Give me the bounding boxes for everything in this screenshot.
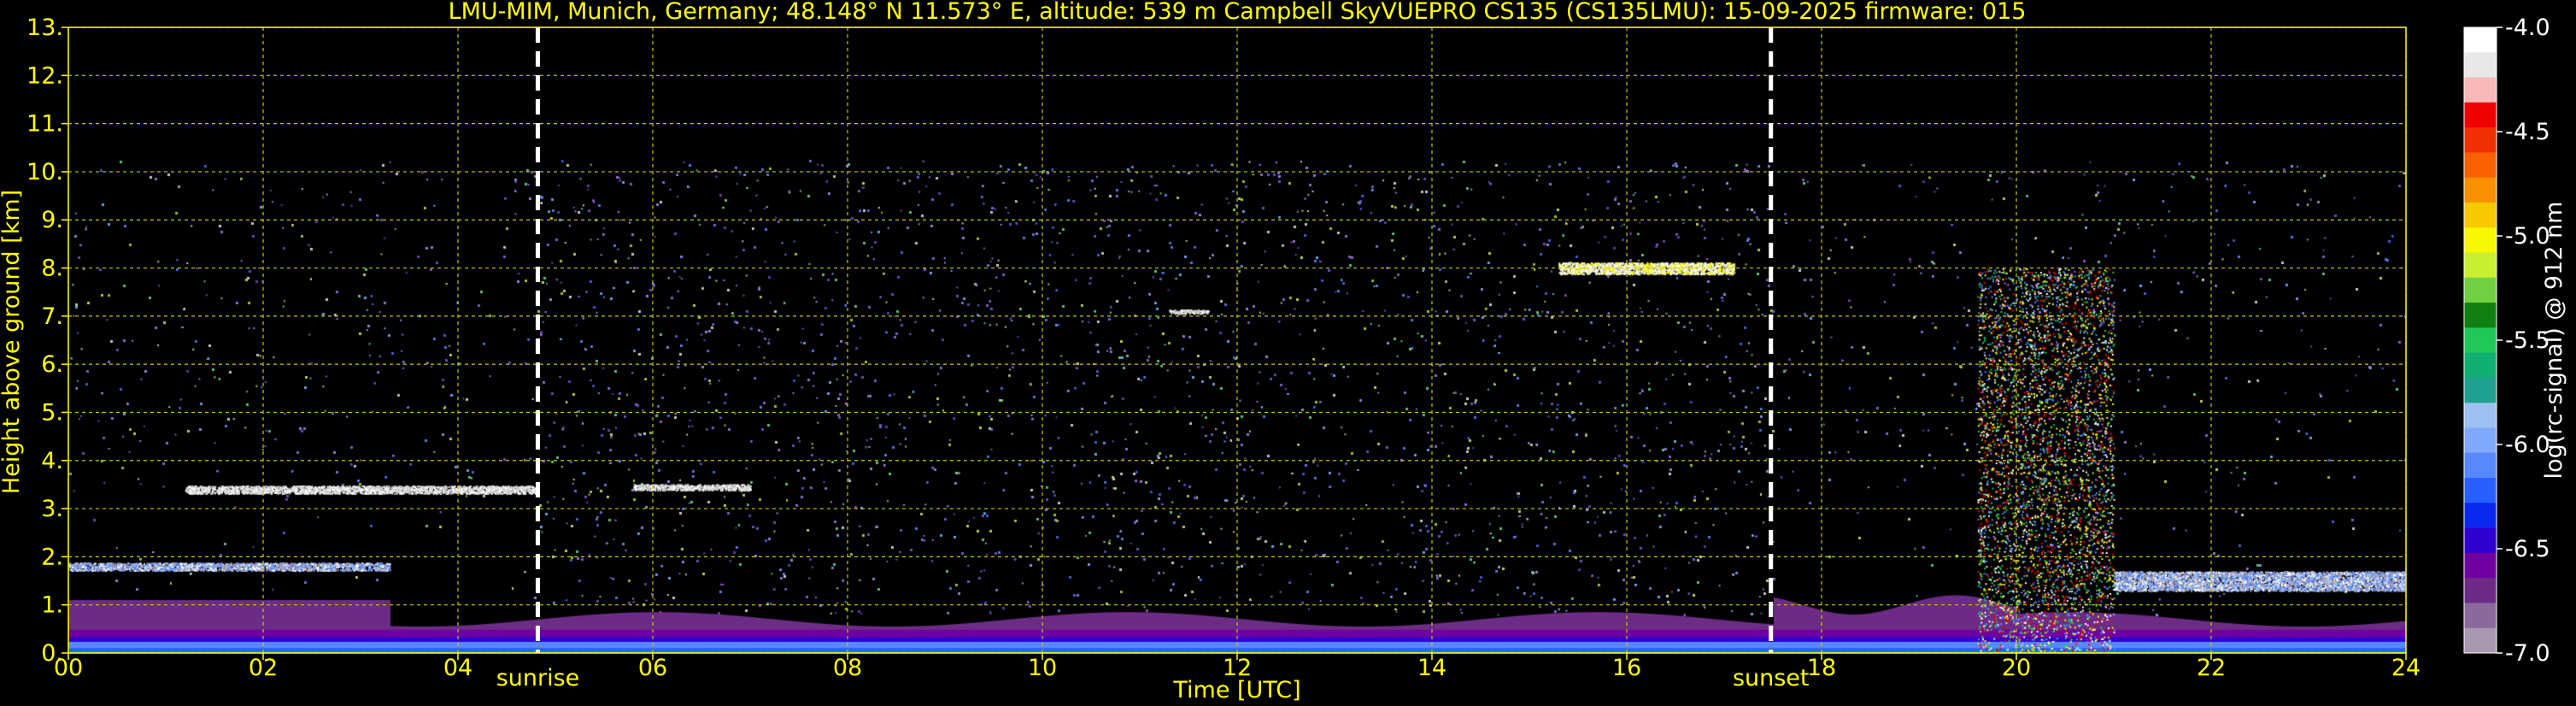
y-tick-label: 1.: [41, 592, 63, 619]
colorbar-swatch: [2464, 77, 2497, 103]
colorbar-swatch: [2464, 177, 2497, 203]
colorbar-tick-label: -6.5: [2505, 536, 2550, 562]
x-tick-label: 14: [1417, 655, 1446, 681]
colorbar-swatch: [2464, 603, 2497, 629]
y-tick-label: 5.: [41, 399, 63, 426]
y-tick-label: 9.: [41, 207, 63, 233]
y-tick-label: 2.: [41, 544, 63, 570]
colorbar-swatch: [2464, 352, 2497, 379]
x-tick-label: 10: [1028, 655, 1057, 681]
colorbar-swatch: [2464, 227, 2497, 254]
colorbar-swatch: [2464, 152, 2497, 179]
colorbar-swatch: [2464, 303, 2497, 328]
y-tick-label: 12.: [26, 62, 63, 89]
x-tick-label: 20: [2002, 655, 2031, 681]
y-tick-label: 10.: [26, 159, 63, 185]
colorbar-tick-label: -7.0: [2505, 640, 2550, 667]
y-tick-label: 4.: [41, 448, 63, 474]
y-tick-label: 7.: [41, 303, 63, 330]
colorbar-swatch: [2464, 452, 2497, 479]
colorbar-swatch: [2464, 403, 2497, 428]
y-tick-label: 0.: [41, 640, 63, 667]
colorbar-swatch: [2464, 52, 2497, 79]
y-tick-label: 8.: [41, 256, 63, 282]
x-tick-label: 08: [833, 655, 862, 681]
colorbar-tick-label: -4.0: [2505, 15, 2550, 41]
backscatter-heatmap: [68, 27, 2406, 653]
colorbar-swatch: [2464, 127, 2497, 153]
x-tick-label: 16: [1612, 655, 1641, 681]
colorbar-swatch: [2464, 627, 2497, 654]
colorbar-swatch: [2464, 578, 2497, 603]
sunset-label: sunset: [1733, 665, 1810, 691]
y-tick-label: 3.: [41, 496, 63, 522]
colorbar-swatch: [2464, 27, 2497, 53]
y-tick-label: 6.: [41, 351, 63, 378]
chart-title: LMU-MIM, Munich, Germany; 48.148° N 11.5…: [449, 0, 2027, 25]
colorbar-label: log(rc-signal) @ 912 nm: [2541, 202, 2567, 479]
y-tick-label: 13.: [26, 15, 63, 41]
y-axis-label: Height above ground [km]: [0, 190, 25, 494]
y-tick-label: 11.: [26, 111, 63, 138]
colorbar-swatch: [2464, 377, 2497, 403]
colorbar-swatch: [2464, 478, 2497, 503]
x-tick-label: 24: [2391, 655, 2421, 681]
colorbar-swatch: [2464, 102, 2497, 128]
colorbar-swatch: [2464, 427, 2497, 454]
colorbar-tick-label: -4.5: [2505, 119, 2550, 145]
ceilometer-chart: sunrise sunset 00 02 04 06 08 10 12 14 16 18 20 22 24…: [0, 0, 2576, 706]
colorbar-swatch: [2464, 552, 2497, 579]
colorbar-swatch: [2464, 503, 2497, 529]
colorbar-swatch: [2464, 202, 2497, 228]
colorbar-swatch: [2464, 327, 2497, 354]
x-tick-label: 22: [2197, 655, 2226, 681]
x-tick-label: 06: [638, 655, 667, 681]
heatmap-image: [68, 27, 2406, 653]
colorbar-swatch: [2464, 252, 2497, 279]
x-tick-label: 04: [443, 655, 472, 681]
x-tick-label: 02: [249, 655, 278, 681]
sunrise-label: sunrise: [496, 665, 580, 691]
colorbar-swatch: [2464, 277, 2497, 303]
x-tick-label: 18: [1807, 655, 1836, 681]
x-axis-label: Time [UTC]: [1172, 677, 1300, 703]
colorbar-swatch: [2464, 527, 2497, 554]
